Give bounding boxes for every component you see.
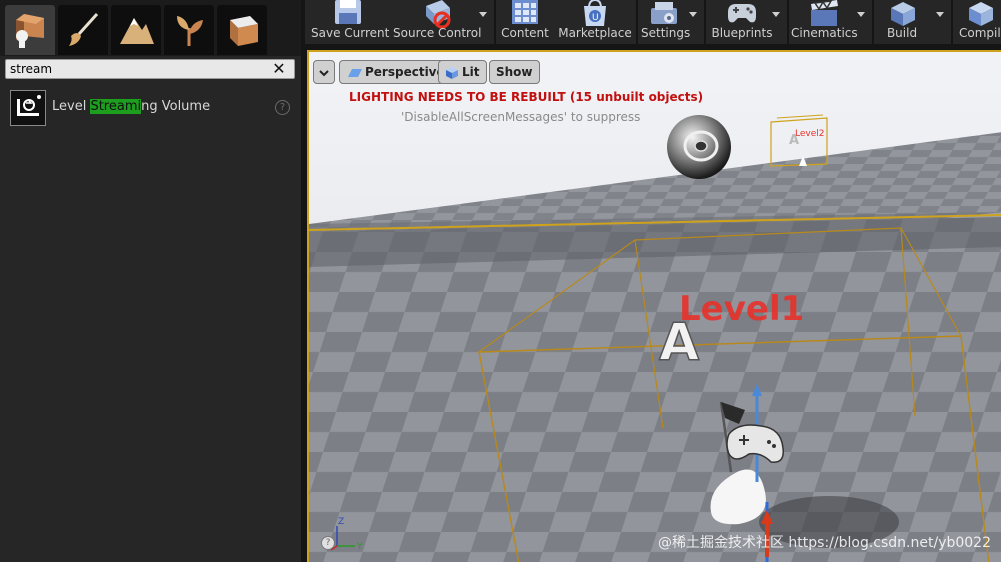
- place-mode-icon: [16, 14, 44, 48]
- svg-text:U: U: [592, 13, 599, 23]
- blueprints-label: Blueprints: [711, 26, 773, 40]
- search-input[interactable]: [10, 61, 265, 77]
- toolbar-separator: [494, 0, 496, 44]
- cinematics-label: Cinematics: [791, 26, 858, 40]
- viewport-options-button[interactable]: [313, 60, 335, 84]
- toolbar-separator: [787, 0, 789, 44]
- source-control-dropdown-icon[interactable]: [479, 12, 487, 17]
- level-viewport[interactable]: Level2 A Level1 A Perspective Lit Show L…: [307, 50, 1001, 562]
- build-icon: [891, 2, 915, 26]
- settings-button[interactable]: Settings: [641, 0, 691, 44]
- content-label: Content: [501, 26, 549, 40]
- search-box[interactable]: ✕: [5, 59, 295, 79]
- settings-dropdown-icon[interactable]: [689, 12, 697, 17]
- toolbar-separator: [872, 0, 874, 44]
- place-mode-tab[interactable]: [5, 5, 55, 55]
- clear-search-icon[interactable]: ✕: [272, 61, 286, 77]
- marketplace-icon: U: [584, 0, 606, 26]
- save-current-label: Save Current: [311, 26, 390, 40]
- show-button[interactable]: Show: [489, 60, 540, 84]
- marketplace-label: Marketplace: [558, 26, 632, 40]
- foliage-icon: [177, 16, 203, 46]
- cinematics-dropdown-icon[interactable]: [857, 12, 865, 17]
- level2-marker-a: A: [789, 133, 799, 148]
- scene-render[interactable]: Level2 A Level1 A: [309, 52, 1001, 562]
- toolbar-separator: [636, 0, 638, 44]
- compile-button[interactable]: Compile: [955, 0, 1001, 44]
- level2-label: Level2: [795, 129, 824, 139]
- lighting-warning: LIGHTING NEEDS TO BE REBUILT (15 unbuilt…: [349, 90, 704, 104]
- lit-label: Lit: [462, 65, 480, 79]
- landscape-mode-tab[interactable]: [111, 5, 161, 55]
- content-browser-icon: [512, 0, 538, 24]
- save-icon: [335, 0, 361, 24]
- panel-divider[interactable]: [301, 0, 305, 562]
- volume-icon: [10, 90, 46, 126]
- content-button[interactable]: Content: [499, 0, 551, 44]
- toolbar-separator: [704, 0, 706, 44]
- help-icon[interactable]: ?: [275, 100, 290, 115]
- result-label-suffix: ng Volume: [141, 99, 211, 114]
- modes-panel: ✕ Level Streaming Volume ?: [0, 0, 301, 562]
- perspective-label: Perspective: [365, 65, 445, 79]
- result-label-prefix: Level: [52, 99, 91, 114]
- viewport-help-icon[interactable]: ?: [321, 536, 335, 550]
- watermark: @稀土掘金技术社区 https://blog.csdn.net/yb0022: [657, 535, 991, 551]
- geometry-mode-tab[interactable]: [217, 5, 267, 55]
- blueprints-icon: [728, 4, 756, 23]
- landscape-icon: [120, 18, 154, 44]
- mode-tab-strip: [0, 0, 301, 56]
- paint-brush-icon: [69, 12, 99, 46]
- lit-cube-icon: [446, 66, 458, 79]
- blueprints-dropdown-icon[interactable]: [772, 12, 780, 17]
- result-label: Level Streaming Volume: [52, 99, 210, 114]
- main-toolbar: Save Current Source Control Content U Ma…: [305, 0, 1001, 44]
- lit-button[interactable]: Lit: [438, 60, 487, 84]
- list-item[interactable]: Level Streaming Volume ?: [8, 88, 296, 128]
- chevron-down-icon: [319, 69, 329, 76]
- axis-z-label: Z: [338, 517, 344, 527]
- cinematics-icon: [811, 0, 838, 26]
- build-button[interactable]: Build: [879, 0, 925, 44]
- compile-icon: [969, 2, 993, 26]
- level1-marker-a: A: [659, 313, 699, 373]
- compile-label: Compile: [959, 26, 1001, 40]
- blueprints-button[interactable]: Blueprints: [709, 0, 775, 44]
- build-label: Build: [886, 26, 918, 40]
- marketplace-button[interactable]: U Marketplace: [557, 0, 633, 44]
- perspective-icon: [348, 68, 362, 77]
- foliage-mode-tab[interactable]: [164, 5, 214, 55]
- reflection-sphere[interactable]: [667, 115, 731, 179]
- source-control-label: Source Control: [393, 26, 482, 40]
- toolbar-separator: [951, 0, 953, 44]
- build-dropdown-icon[interactable]: [936, 12, 944, 17]
- settings-label: Settings: [641, 26, 691, 40]
- search-match-highlight: Streami: [90, 99, 142, 114]
- show-label: Show: [496, 65, 533, 79]
- geometry-icon: [230, 16, 258, 46]
- perspective-button[interactable]: Perspective: [339, 60, 452, 84]
- save-current-button[interactable]: Save Current: [311, 0, 390, 44]
- paint-mode-tab[interactable]: [58, 5, 108, 55]
- source-control-button[interactable]: Source Control: [393, 0, 482, 44]
- suppress-hint: 'DisableAllScreenMessages' to suppress: [401, 110, 641, 124]
- cinematics-button[interactable]: Cinematics: [791, 0, 858, 44]
- axis-y-label: Y: [356, 542, 363, 552]
- settings-icon: [651, 2, 677, 24]
